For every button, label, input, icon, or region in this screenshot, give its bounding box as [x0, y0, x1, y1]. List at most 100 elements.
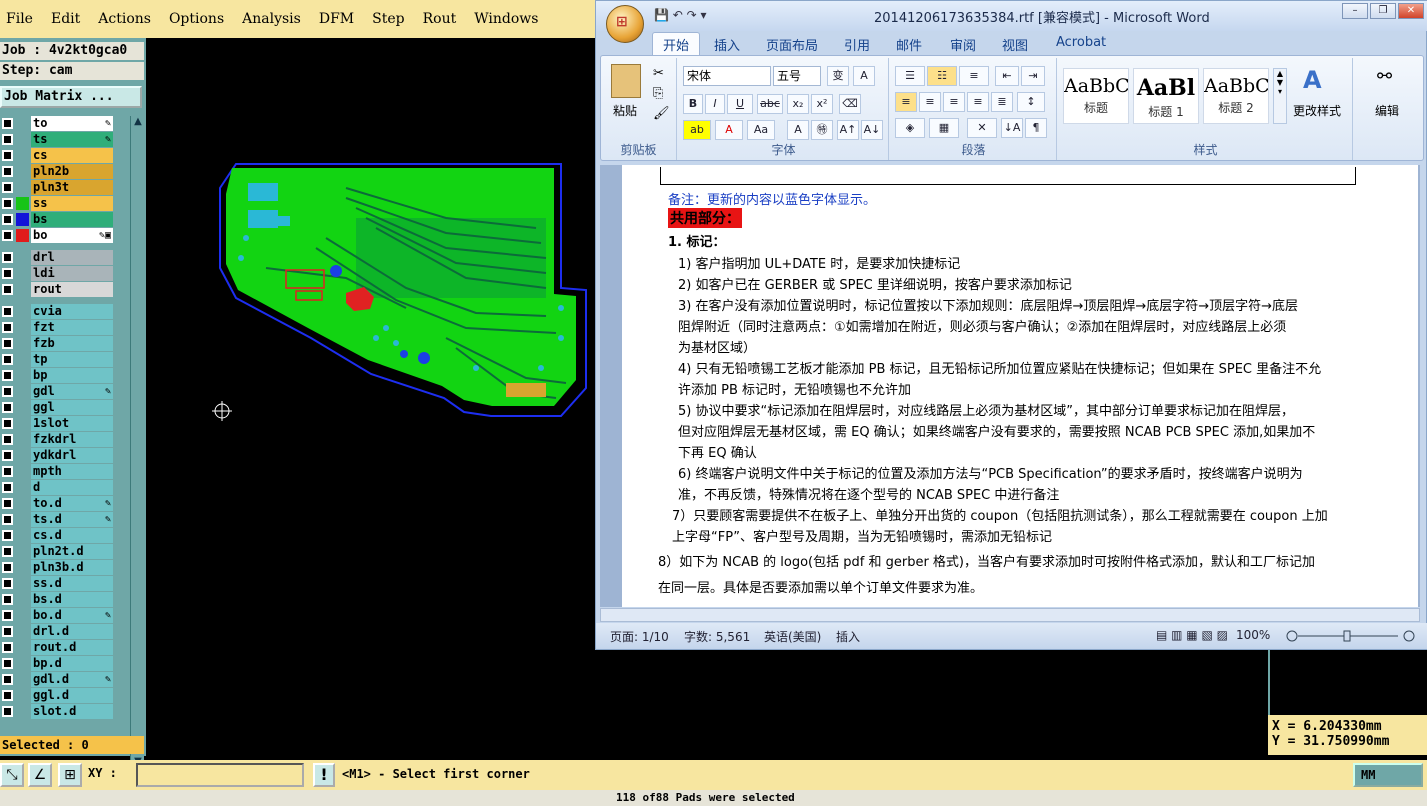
layer-name[interactable]: slot.d	[31, 704, 113, 719]
layer-row[interactable]: ydkdrl	[0, 448, 128, 463]
zoom-level[interactable]: 100%	[1236, 628, 1270, 642]
binoculars-icon[interactable]: ⚯	[1377, 66, 1392, 87]
menu-actions[interactable]: Actions	[98, 11, 151, 27]
tab-references[interactable]: 引用	[844, 35, 870, 54]
insert-mode[interactable]: 插入	[836, 628, 860, 645]
zoom-slider[interactable]	[1286, 630, 1416, 642]
xy-input[interactable]	[136, 763, 304, 787]
layer-name[interactable]: d	[31, 480, 113, 495]
increase-indent-icon[interactable]: ⇥	[1021, 66, 1045, 86]
layer-name[interactable]: pln2b	[31, 164, 113, 179]
minimize-icon[interactable]: –	[1342, 3, 1368, 19]
line-spacing-icon[interactable]: ↕	[1017, 92, 1045, 112]
layer-row[interactable]: ggl	[0, 400, 128, 415]
change-styles-button[interactable]: 更改样式	[1293, 102, 1341, 119]
bold-icon[interactable]: B	[683, 94, 703, 114]
layer-name[interactable]: ydkdrl	[31, 448, 113, 463]
layer-row[interactable]: drl	[0, 250, 128, 265]
cut-icon[interactable]: ✂	[653, 66, 664, 81]
layer-name[interactable]: cs.d	[31, 528, 113, 543]
scroll-up-icon[interactable]: ▲	[132, 116, 144, 128]
layer-row[interactable]: ts ✎	[0, 132, 128, 147]
page-count[interactable]: 页面: 1/10	[610, 628, 669, 645]
layer-checkbox[interactable]	[2, 418, 13, 429]
style-title[interactable]: AaBbC 标题	[1063, 68, 1129, 124]
subscript-icon[interactable]: x₂	[787, 94, 809, 114]
layer-name[interactable]: ts.d ✎	[31, 512, 113, 527]
layer-name[interactable]: fzb	[31, 336, 113, 351]
layer-row[interactable]: ss.d	[0, 576, 128, 591]
angle-tool-icon[interactable]: ∠	[28, 763, 52, 787]
units-selector[interactable]: MM	[1353, 763, 1423, 787]
grow-font-icon[interactable]: A↑	[837, 120, 859, 140]
view-buttons[interactable]: ▤ ▥ ▦ ▧ ▨	[1156, 628, 1228, 642]
superscript-icon[interactable]: x²	[811, 94, 833, 114]
layer-row[interactable]: cs	[0, 148, 128, 163]
layer-name[interactable]: rout	[31, 282, 113, 297]
layer-row[interactable]: pln3t	[0, 180, 128, 195]
layer-name[interactable]: rout.d	[31, 640, 113, 655]
menu-dfm[interactable]: DFM	[319, 11, 354, 27]
styles-scroll[interactable]: ▲ ▼ ▾	[1273, 68, 1287, 124]
layer-checkbox[interactable]	[2, 386, 13, 397]
layer-row[interactable]: tp	[0, 352, 128, 367]
layer-name[interactable]: to ✎	[31, 116, 113, 131]
highlight-icon[interactable]: ab	[683, 120, 711, 140]
decrease-indent-icon[interactable]: ⇤	[995, 66, 1019, 86]
layer-checkbox[interactable]	[2, 338, 13, 349]
layer-checkbox[interactable]	[2, 546, 13, 557]
layer-checkbox[interactable]	[2, 562, 13, 573]
grid-tool-icon[interactable]: ⊞	[58, 763, 82, 787]
horizontal-scrollbar[interactable]	[600, 608, 1420, 622]
layer-checkbox[interactable]	[2, 150, 13, 161]
layer-row[interactable]: pln2b	[0, 164, 128, 179]
layer-row[interactable]: bs.d	[0, 592, 128, 607]
document-page[interactable]: 备注：更新的内容以蓝色字体显示。 共用部分： 1. 标记： 1) 客户指明加 U…	[622, 165, 1418, 607]
layer-checkbox[interactable]	[2, 626, 13, 637]
align-center-icon[interactable]: ≡	[919, 92, 941, 112]
char-shading-icon[interactable]: A	[787, 120, 809, 140]
multilevel-icon[interactable]: ≡	[959, 66, 989, 86]
layer-row[interactable]: gdl.d ✎	[0, 672, 128, 687]
zoom-tool-icon[interactable]: ⤡	[0, 763, 24, 787]
layer-checkbox[interactable]	[2, 578, 13, 589]
layer-row[interactable]: bs	[0, 212, 128, 227]
style-heading-2[interactable]: AaBbC 标题 2	[1203, 68, 1269, 124]
layer-row[interactable]: ts.d ✎	[0, 512, 128, 527]
layer-name[interactable]: drl	[31, 250, 113, 265]
layer-name[interactable]: bp.d	[31, 656, 113, 671]
layer-name[interactable]: ldi	[31, 266, 113, 281]
layer-checkbox[interactable]	[2, 466, 13, 477]
layer-checkbox[interactable]	[2, 166, 13, 177]
layer-name[interactable]: pln2t.d	[31, 544, 113, 559]
phonetic-icon[interactable]: 变	[827, 66, 849, 86]
layer-name[interactable]: cvia	[31, 304, 113, 319]
layer-checkbox[interactable]	[2, 434, 13, 445]
borders-icon[interactable]: ▦	[929, 118, 959, 138]
menu-windows[interactable]: Windows	[474, 11, 538, 27]
layer-checkbox[interactable]	[2, 674, 13, 685]
layer-row[interactable]: rout.d	[0, 640, 128, 655]
paste-button[interactable]: 粘贴	[613, 102, 637, 119]
change-styles-icon[interactable]: A	[1303, 66, 1322, 94]
layer-row[interactable]: drl.d	[0, 624, 128, 639]
layer-row[interactable]: bp	[0, 368, 128, 383]
layer-checkbox[interactable]	[2, 354, 13, 365]
layer-row[interactable]: pln3b.d	[0, 560, 128, 575]
font-size-select[interactable]: 五号	[773, 66, 821, 86]
layer-name[interactable]: bs	[31, 212, 113, 227]
layer-name[interactable]: drl.d	[31, 624, 113, 639]
numbering-icon[interactable]: ☷	[927, 66, 957, 86]
layer-row[interactable]: bp.d	[0, 656, 128, 671]
layer-row[interactable]: ldi	[0, 266, 128, 281]
layer-row[interactable]: 1slot	[0, 416, 128, 431]
layer-name[interactable]: bp	[31, 368, 113, 383]
layer-checkbox[interactable]	[2, 284, 13, 295]
layer-checkbox[interactable]	[2, 658, 13, 669]
shading-icon[interactable]: ◈	[895, 118, 925, 138]
clear-format-icon[interactable]: ⌫	[839, 94, 861, 114]
layer-name[interactable]: cs	[31, 148, 113, 163]
layer-row[interactable]: to ✎	[0, 116, 128, 131]
tab-insert[interactable]: 插入	[714, 35, 740, 54]
layer-checkbox[interactable]	[2, 268, 13, 279]
